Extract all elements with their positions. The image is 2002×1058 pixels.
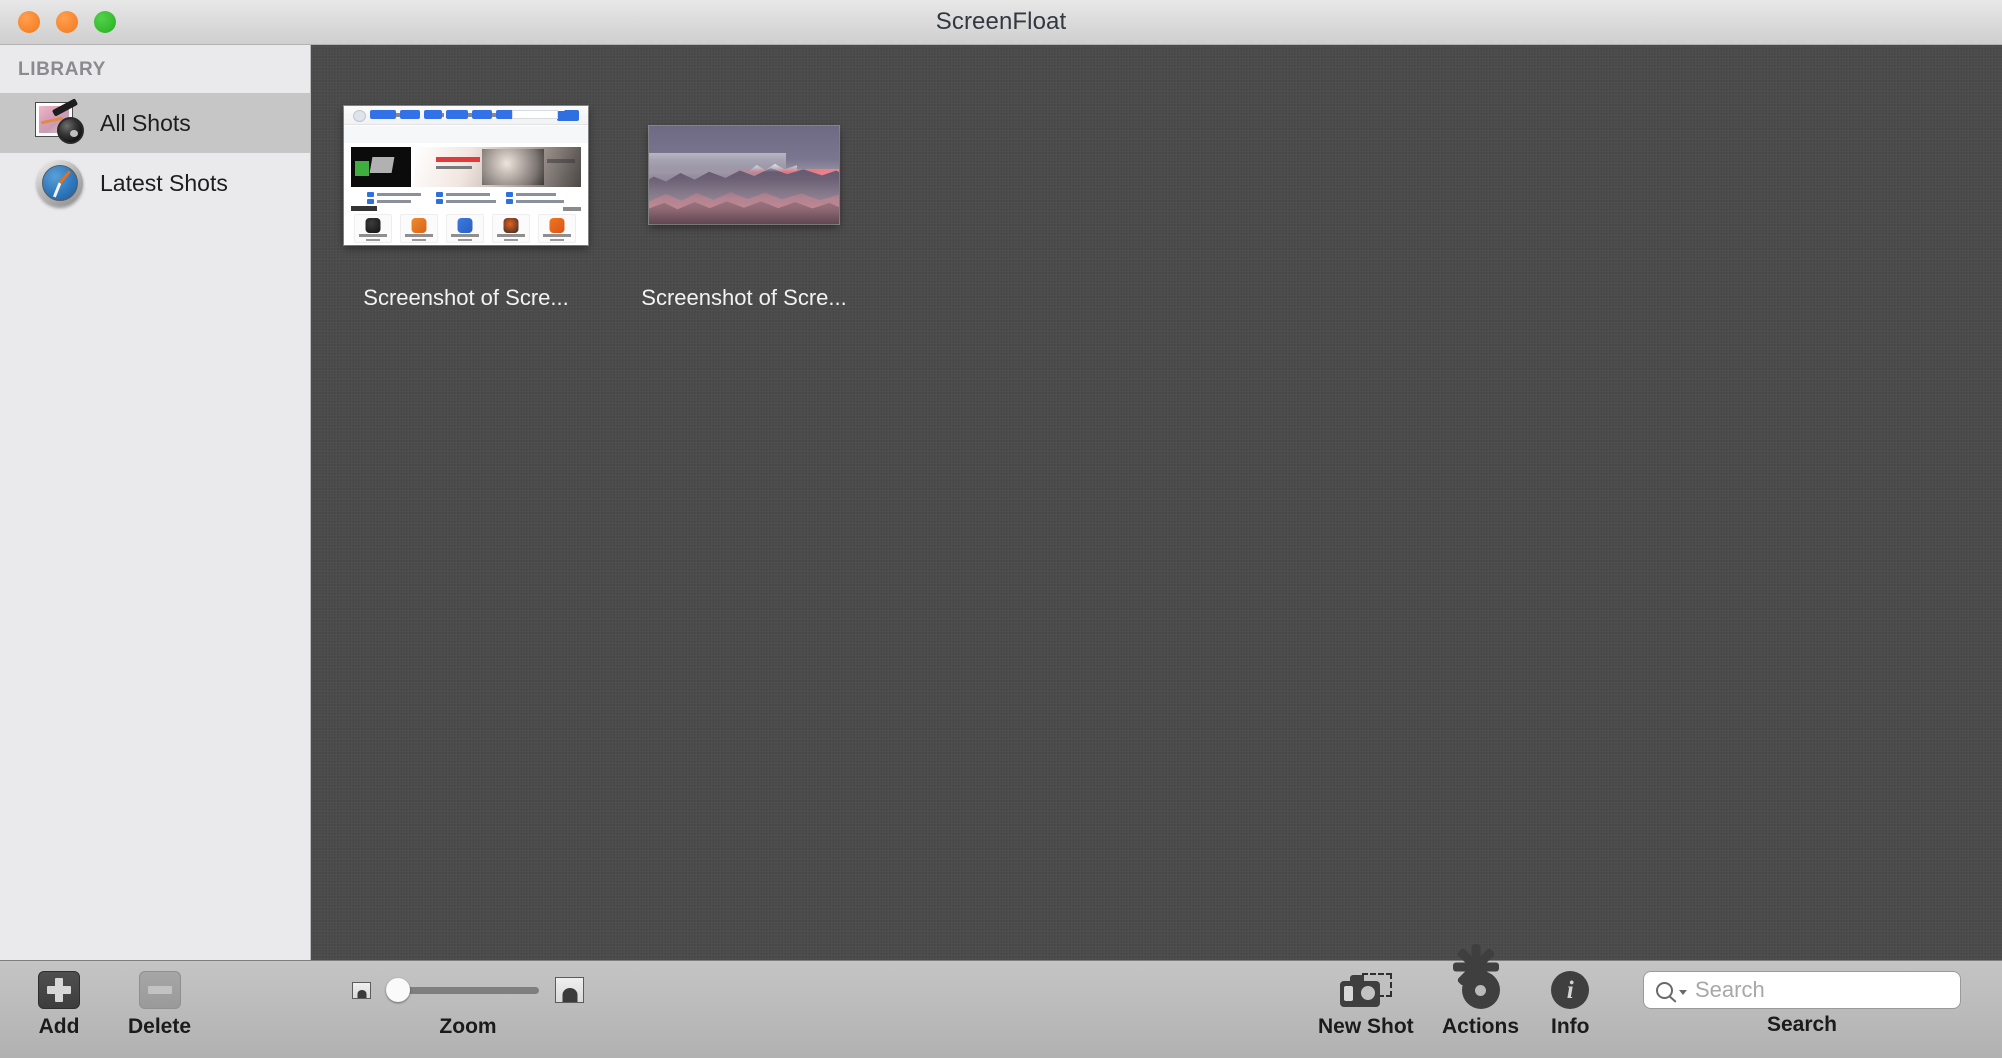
sidebar-section-header: LIBRARY	[18, 59, 106, 80]
chevron-down-icon[interactable]	[1679, 989, 1687, 995]
large-picture-icon[interactable]	[555, 977, 584, 1003]
window-title: ScreenFloat	[935, 8, 1067, 35]
thumbnail-holder	[621, 95, 867, 255]
actions-button[interactable]: Actions	[1442, 944, 1520, 1039]
info-circle-icon: i	[1551, 969, 1590, 1011]
search-placeholder: Search	[1695, 977, 1765, 1002]
shot-label: Screenshot of Scre...	[363, 285, 569, 310]
sidebar-item-label: All Shots	[100, 109, 191, 136]
bottom-toolbar: Add Delete Zoom New Shot Actions i Info …	[0, 944, 2002, 1058]
thumbnail-holder	[343, 95, 589, 255]
sidebar-item-all-shots[interactable]: All Shots	[0, 93, 310, 153]
delete-button-label: Delete	[128, 1015, 192, 1038]
shot-label: Screenshot of Scre...	[641, 285, 847, 310]
shots-grid-area: Screenshot of Scre... Screenshot of Scre…	[311, 45, 2002, 960]
shot-item[interactable]: Screenshot of Scre...	[605, 93, 883, 311]
new-shot-label: New Shot	[1318, 1015, 1414, 1038]
search-input[interactable]: Search	[1643, 971, 1961, 1009]
landscape-thumbnail[interactable]	[649, 126, 839, 224]
search-icon[interactable]	[1656, 981, 1673, 999]
gear-icon	[1453, 944, 1500, 1011]
sidebar-item-label: Latest Shots	[100, 169, 228, 196]
search-control: Search Search	[1643, 971, 1961, 1037]
zoom-control: Zoom	[352, 969, 584, 1039]
add-button[interactable]: Add	[38, 969, 80, 1039]
sidebar-item-latest-shots[interactable]: Latest Shots	[0, 153, 310, 213]
small-picture-icon[interactable]	[352, 981, 371, 999]
minus-icon	[138, 969, 181, 1011]
photo-camera-icon	[35, 98, 84, 144]
search-label: Search	[1766, 1013, 1838, 1036]
info-label: Info	[1551, 1015, 1590, 1038]
zoom-slider-knob[interactable]	[385, 978, 410, 1002]
compass-clock-icon	[36, 159, 84, 207]
new-shot-button[interactable]: New Shot	[1318, 969, 1414, 1039]
plus-icon	[38, 969, 80, 1011]
camera-selection-icon	[1339, 969, 1392, 1011]
zoom-label: Zoom	[439, 1015, 497, 1038]
sidebar: LIBRARY All Shots Latest Shots	[0, 45, 311, 960]
shot-item[interactable]: Screenshot of Scre...	[327, 93, 605, 311]
info-button[interactable]: i Info	[1551, 969, 1589, 1039]
window-body: LIBRARY All Shots Latest Shots Screensho…	[0, 45, 2002, 960]
screenfloat-window: ScreenFloat LIBRARY All Shots Latest Sho…	[0, 0, 2002, 1058]
webpage-thumbnail[interactable]	[344, 105, 588, 245]
add-button-label: Add	[38, 1015, 80, 1038]
title-bar: ScreenFloat	[0, 0, 2002, 45]
actions-label: Actions	[1442, 1015, 1520, 1038]
delete-button[interactable]: Delete	[128, 969, 191, 1039]
shots-grid: Screenshot of Scre... Screenshot of Scre…	[327, 93, 2002, 311]
zoom-slider[interactable]	[385, 978, 539, 1002]
